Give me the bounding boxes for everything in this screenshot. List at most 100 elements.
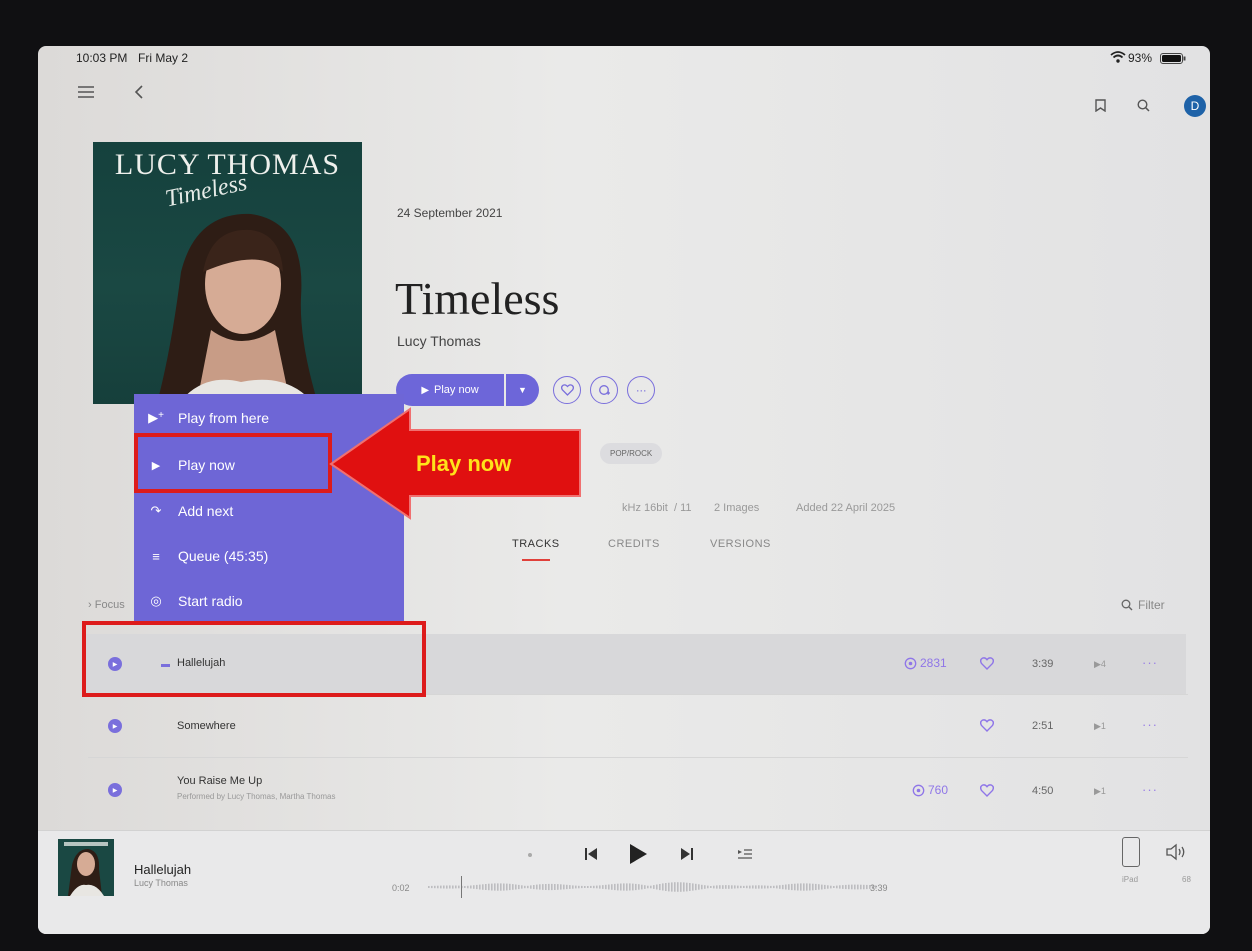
- waveform-bar: [755, 885, 757, 889]
- waveform-bar: [554, 884, 556, 890]
- waveform-bar: [665, 883, 667, 891]
- shuffle-icon[interactable]: [528, 853, 532, 857]
- heart-icon[interactable]: [980, 719, 994, 732]
- waveform-bar: [572, 885, 574, 889]
- focus-toggle[interactable]: › Focus: [88, 599, 125, 611]
- queue-icon[interactable]: [737, 848, 753, 860]
- waveform-bar: [752, 885, 754, 889]
- device-label: iPad: [1122, 875, 1139, 884]
- waveform-bar: [569, 885, 571, 889]
- favorite-button[interactable]: [553, 376, 581, 404]
- waveform-bar: [788, 884, 790, 890]
- waveform-bar: [674, 882, 676, 892]
- player-title[interactable]: Hallelujah: [134, 862, 191, 877]
- heart-icon[interactable]: [980, 657, 994, 670]
- waveform-bar: [830, 885, 832, 889]
- track-subtitle: Performed by Lucy Thomas, Martha Thomas: [177, 792, 336, 801]
- meta-images[interactable]: 2 Images: [714, 502, 759, 514]
- wifi-icon: [1110, 51, 1126, 63]
- next-icon[interactable]: [680, 847, 694, 861]
- annotation-highlight-menu: [134, 433, 332, 493]
- tab-tracks[interactable]: TRACKS: [512, 538, 560, 550]
- waveform-bar: [650, 885, 652, 889]
- track-more-button[interactable]: ···: [1142, 655, 1158, 670]
- menu-item-queue[interactable]: ≡ Queue (45:35): [134, 536, 404, 576]
- waveform-bar: [473, 885, 475, 889]
- ipad-device-icon[interactable]: [1122, 837, 1140, 867]
- play-now-button[interactable]: ▶ Play now: [396, 374, 504, 406]
- album-title: Timeless: [395, 273, 560, 324]
- menu-icon[interactable]: [78, 85, 94, 99]
- track-play-button[interactable]: ▶: [108, 783, 122, 797]
- tab-versions[interactable]: VERSIONS: [710, 538, 771, 550]
- table-row[interactable]: ▶ Somewhere 2:51 ▶1 ···: [86, 696, 1186, 756]
- waveform-bar: [557, 884, 559, 890]
- waveform-bar: [524, 885, 526, 889]
- waveform-bar: [791, 883, 793, 891]
- waveform-bar: [701, 884, 703, 890]
- waveform-bar: [530, 885, 532, 889]
- waveform-bar: [494, 883, 496, 891]
- waveform-bar: [725, 885, 727, 889]
- play-icon: ▶: [112, 787, 118, 794]
- back-icon[interactable]: [134, 84, 144, 100]
- waveform-bar: [497, 883, 499, 891]
- waveform-bar: [488, 883, 490, 891]
- tab-credits[interactable]: CREDITS: [608, 538, 660, 550]
- player-artist[interactable]: Lucy Thomas: [134, 878, 188, 888]
- row-divider: [88, 757, 1188, 758]
- player-cover[interactable]: [58, 839, 114, 896]
- waveform-bar: [476, 884, 478, 890]
- waveform-bar: [854, 884, 856, 890]
- track-more-button[interactable]: ···: [1142, 782, 1158, 797]
- waveform-bar: [455, 885, 457, 889]
- waveform-bar: [860, 884, 862, 890]
- waveform-bar: [617, 883, 619, 891]
- track-play-button[interactable]: ▶: [108, 719, 122, 733]
- focus-label: Focus: [94, 599, 125, 611]
- waveform-bar: [740, 885, 742, 889]
- volume-icon[interactable]: [1166, 843, 1188, 861]
- waveform-bar: [647, 885, 649, 889]
- play-icon: ▶: [1094, 659, 1101, 669]
- user-avatar[interactable]: D: [1184, 95, 1206, 117]
- album-artist[interactable]: Lucy Thomas: [397, 333, 481, 349]
- cover-portrait: [156, 213, 319, 404]
- album-more-button[interactable]: ···: [627, 376, 655, 404]
- annotation-label: Play now: [416, 451, 512, 476]
- waveform-bar: [686, 882, 688, 892]
- waveform-bar: [527, 885, 529, 889]
- add-playlist-icon: [598, 384, 610, 395]
- waveform-bar: [563, 884, 565, 890]
- battery-icon: [1160, 53, 1186, 64]
- waveform-bar: [548, 883, 550, 891]
- track-duration: 4:50: [1032, 785, 1054, 797]
- previous-icon[interactable]: [584, 847, 598, 861]
- waveform-bar: [437, 885, 439, 889]
- track-more-button[interactable]: ···: [1142, 717, 1158, 732]
- search-icon[interactable]: [1137, 99, 1150, 112]
- waveform-bar: [500, 883, 502, 891]
- waveform-bar: [662, 883, 664, 891]
- waveform-bar: [518, 884, 520, 890]
- waveform-seekbar[interactable]: [428, 876, 878, 898]
- play-pause-icon[interactable]: [628, 843, 648, 865]
- genre-tag[interactable]: POP/ROCK: [600, 443, 663, 464]
- waveform-bar: [542, 884, 544, 890]
- waveform-bar: [644, 885, 646, 889]
- play-dropdown-button[interactable]: ▼: [506, 374, 539, 406]
- waveform-bar: [443, 885, 445, 889]
- add-to-playlist-button[interactable]: [590, 376, 618, 404]
- seek-handle[interactable]: [460, 876, 462, 898]
- annotation-highlight-track: [82, 621, 426, 697]
- bookmark-icon[interactable]: [1095, 99, 1106, 112]
- heart-icon[interactable]: [980, 784, 994, 797]
- chevron-down-icon: ▼: [518, 385, 527, 395]
- waveform-bar: [848, 884, 850, 890]
- waveform-bar: [653, 885, 655, 889]
- table-row[interactable]: ▶ You Raise Me Up Performed by Lucy Thom…: [86, 759, 1186, 819]
- menu-item-start-radio[interactable]: ◎ Start radio: [134, 581, 404, 621]
- total-time: 3:39: [870, 883, 888, 893]
- filter-button[interactable]: Filter: [1121, 598, 1165, 612]
- menu-item-label: Play from here: [178, 410, 270, 426]
